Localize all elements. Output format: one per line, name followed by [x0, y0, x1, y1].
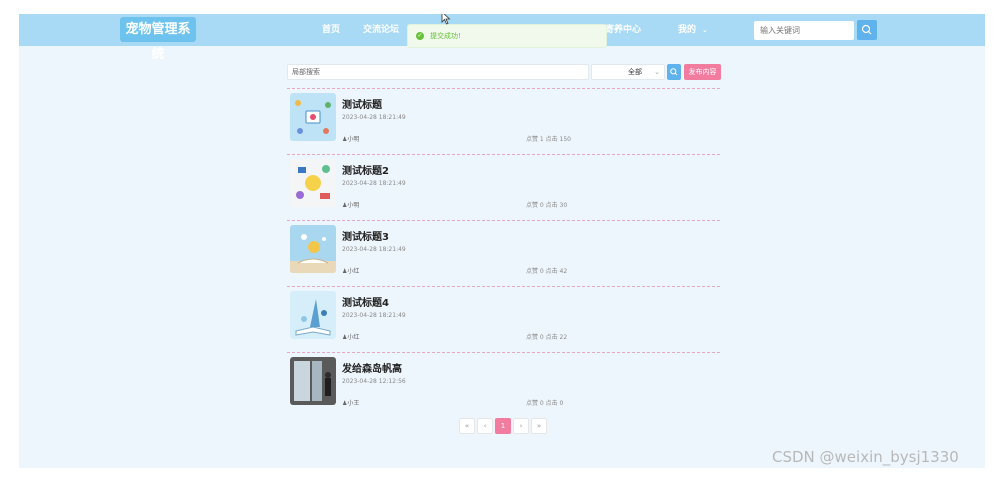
nav-forum[interactable]: 交流论坛	[363, 14, 399, 46]
page-next-button[interactable]: ›	[513, 418, 529, 434]
post-item[interactable]: 测试标题4 2023-04-28 18:21:49 ♟小红 点赞 0 点击 22	[287, 286, 720, 352]
check-circle-icon: ✓	[416, 32, 424, 40]
post-thumbnail[interactable]	[290, 93, 336, 141]
local-search-button[interactable]	[667, 64, 681, 80]
publish-button[interactable]: 发布内容	[684, 64, 721, 80]
page-last-button[interactable]: »	[531, 418, 547, 434]
post-author: ♟小王	[342, 400, 360, 407]
thumbnail-image	[290, 225, 336, 273]
page-1-button[interactable]: 1	[495, 418, 511, 434]
header-search-button[interactable]	[857, 20, 877, 40]
chevron-down-icon: ⌄	[702, 26, 708, 34]
page-first-button[interactable]: «	[459, 418, 475, 434]
post-item[interactable]: 测试标题 2023-04-28 18:21:49 ♟小明 点赞 1 点击 150	[287, 88, 720, 154]
local-search-input[interactable]: 局部搜索	[287, 64, 589, 80]
post-stats: 点赞 1 点击 150	[526, 136, 571, 143]
post-stats: 点赞 0 点击 30	[526, 202, 568, 209]
post-thumbnail[interactable]	[290, 291, 336, 339]
post-title[interactable]: 发给森岛帆高	[342, 360, 402, 375]
post-date: 2023-04-28 18:21:49	[342, 114, 406, 121]
post-date: 2023-04-28 18:21:49	[342, 180, 406, 187]
site-logo[interactable]: 宠物管理系统	[120, 17, 196, 62]
thumbnail-image	[290, 357, 336, 405]
watermark: CSDN @weixin_bysj1330	[772, 448, 959, 466]
search-icon	[861, 24, 872, 35]
post-stats: 点赞 0 点击 0	[526, 400, 564, 407]
app-frame: 宠物管理系统 首页 交流论坛 寄养中心 我的 ⌄ ✓ 提交成功! 局部搜索 全部 …	[19, 14, 985, 468]
search-icon	[670, 68, 678, 76]
nav-my-menu[interactable]: 我的 ⌄	[678, 14, 708, 46]
post-item[interactable]: 测试标题2 2023-04-28 18:21:49 ♟小明 点赞 0 点击 30	[287, 154, 720, 220]
post-date: 2023-04-28 12:12:56	[342, 378, 406, 385]
category-select[interactable]: 全部 ⌄	[591, 64, 665, 80]
post-stats: 点赞 0 点击 22	[526, 334, 568, 341]
post-title[interactable]: 测试标题2	[342, 162, 389, 177]
post-title[interactable]: 测试标题4	[342, 294, 389, 309]
post-thumbnail[interactable]	[290, 225, 336, 273]
post-item[interactable]: 发给森岛帆高 2023-04-28 12:12:56 ♟小王 点赞 0 点击 0	[287, 352, 720, 418]
post-author: ♟小明	[342, 202, 360, 209]
post-title[interactable]: 测试标题3	[342, 228, 389, 243]
category-select-value: 全部	[628, 68, 642, 76]
post-thumbnail[interactable]	[290, 159, 336, 207]
post-stats: 点赞 0 点击 42	[526, 268, 568, 275]
page-prev-button[interactable]: ‹	[477, 418, 493, 434]
thumbnail-image	[290, 159, 336, 207]
nav-foster-center[interactable]: 寄养中心	[605, 14, 641, 46]
mouse-cursor-icon	[441, 14, 451, 25]
post-item[interactable]: 测试标题3 2023-04-28 18:21:49 ♟小红 点赞 0 点击 42	[287, 220, 720, 286]
chevron-down-icon: ⌄	[654, 68, 660, 76]
nav-home[interactable]: 首页	[322, 14, 340, 46]
post-author: ♟小红	[342, 334, 360, 341]
thumbnail-image	[290, 93, 336, 141]
success-toast: ✓ 提交成功!	[407, 24, 607, 48]
post-thumbnail[interactable]	[290, 357, 336, 405]
post-author: ♟小明	[342, 136, 360, 143]
post-date: 2023-04-28 18:21:49	[342, 312, 406, 319]
post-date: 2023-04-28 18:21:49	[342, 246, 406, 253]
toast-message: 提交成功!	[430, 32, 461, 40]
post-author: ♟小红	[342, 268, 360, 275]
nav-my-label: 我的	[678, 25, 697, 35]
thumbnail-image	[290, 291, 336, 339]
post-list: 测试标题 2023-04-28 18:21:49 ♟小明 点赞 1 点击 150…	[287, 88, 720, 418]
post-title[interactable]: 测试标题	[342, 96, 382, 111]
header-search-input[interactable]	[754, 21, 854, 40]
